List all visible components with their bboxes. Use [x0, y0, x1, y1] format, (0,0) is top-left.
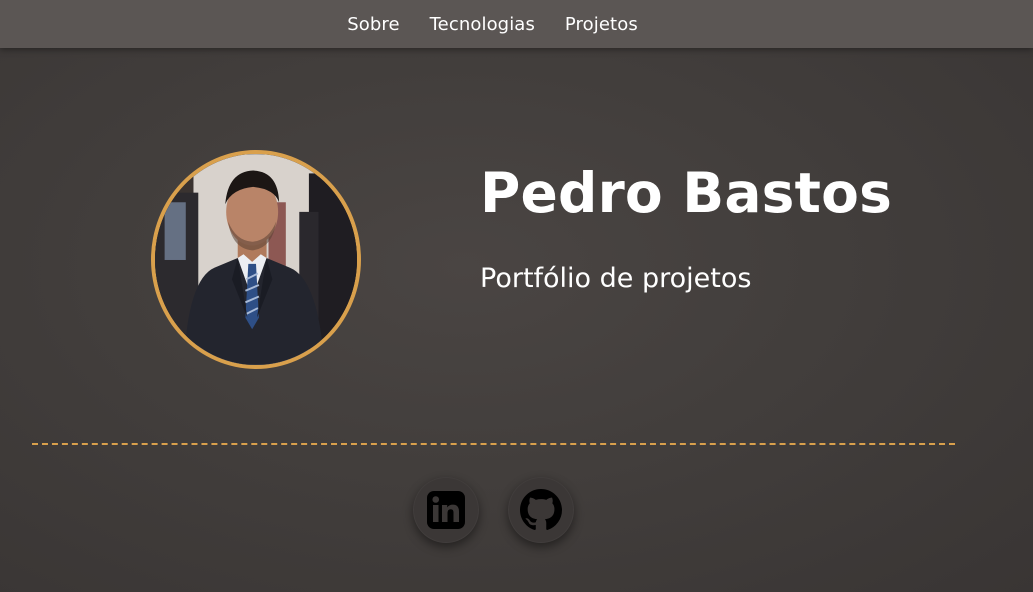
nav-link-projetos[interactable]: Projetos: [565, 14, 638, 35]
linkedin-icon: [426, 490, 466, 530]
top-navbar: Sobre Tecnologias Projetos: [0, 0, 1033, 48]
nav-link-sobre[interactable]: Sobre: [347, 14, 399, 35]
hero-name: Pedro Bastos: [480, 161, 893, 225]
hero-subtitle: Portfólio de projetos: [480, 263, 752, 294]
nav-link-tecnologias[interactable]: Tecnologias: [430, 14, 535, 35]
nav-links: Sobre Tecnologias Projetos: [347, 14, 638, 35]
section-divider: [32, 443, 955, 445]
profile-photo-illustration: [155, 154, 357, 365]
linkedin-button[interactable]: [413, 477, 479, 543]
github-icon: [520, 489, 562, 531]
github-button[interactable]: [508, 477, 574, 543]
profile-photo: [151, 150, 361, 369]
